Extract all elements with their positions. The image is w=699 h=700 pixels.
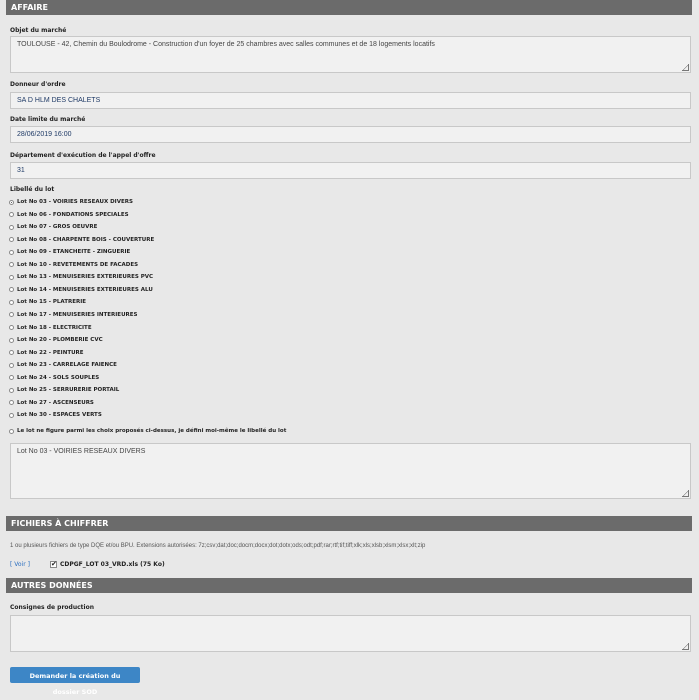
lot-option[interactable]: Lot No 27 - ASCENSEURS <box>9 398 94 408</box>
lot-option[interactable]: Lot No 03 - VOIRIES RESEAUX DIVERS <box>9 197 133 207</box>
departement-label: Département d'exécution de l'appel d'off… <box>10 152 156 159</box>
lot-option[interactable]: Lot No 06 - FONDATIONS SPECIALES <box>9 210 129 220</box>
lot-label: Lot No 13 - MENUISERIES EXTERIEURES PVC <box>17 274 154 281</box>
lot-label: Lot No 15 - PLATRERIE <box>17 299 87 306</box>
lot-option[interactable]: Lot No 10 - REVETEMENTS DE FACADES <box>9 260 138 270</box>
custom-lot-option[interactable]: Le lot ne figure parmi les choix proposé… <box>9 426 286 436</box>
lot-option[interactable]: Lot No 20 - PLOMBERIE CVC <box>9 335 103 345</box>
lot-label: Lot No 03 - VOIRIES RESEAUX DIVERS <box>17 199 133 205</box>
submit-button[interactable]: Demander la création du dossier SOD <box>10 667 140 696</box>
consignes-label: Consignes de production <box>10 604 94 611</box>
lot-radio[interactable] <box>9 387 14 393</box>
fichiers-description: 1 ou plusieurs fichiers de type DQE et/o… <box>10 543 426 549</box>
objet-textarea[interactable]: TOULOUSE - 42, Chemin du Boulodrome - Co… <box>10 36 691 73</box>
lot-label: Lot No 07 - GROS OEUVRE <box>17 224 98 231</box>
objet-label: Objet du marché <box>10 27 67 34</box>
lot-option[interactable]: Lot No 25 - SERRURERIE PORTAIL <box>9 385 119 395</box>
lot-label: Lot No 27 - ASCENSEURS <box>17 399 94 406</box>
lot-radio[interactable] <box>9 262 14 268</box>
lot-option[interactable]: Lot No 18 - ELECTRICITE <box>9 323 92 333</box>
departement-input[interactable]: 31 <box>10 162 691 179</box>
lot-label: Lot No 14 - MENUISERIES EXTERIEURES ALU <box>17 286 153 293</box>
date-input[interactable]: 28/06/2019 16:00 <box>10 126 691 143</box>
lot-label: Lot No 23 - CARRELAGE FAIENCE <box>17 362 117 369</box>
resize-handle-icon[interactable] <box>682 490 689 497</box>
libelle-label: Libellé du lot <box>10 186 55 193</box>
lot-radio[interactable] <box>9 299 14 305</box>
custom-lot-label: Le lot ne figure parmi les choix proposé… <box>17 428 287 434</box>
lot-radio[interactable] <box>9 287 14 293</box>
lot-radio[interactable] <box>9 199 14 205</box>
lot-label: Lot No 20 - PLOMBERIE CVC <box>17 337 103 344</box>
lot-option[interactable]: Lot No 09 - ETANCHEITE - ZINGUERIE <box>9 247 130 257</box>
lot-option[interactable]: Lot No 13 - MENUISERIES EXTERIEURES PVC <box>9 272 153 282</box>
lot-radio[interactable] <box>9 249 14 255</box>
section-header-autres: AUTRES DONNÉES <box>6 578 692 593</box>
lot-radio[interactable] <box>9 212 14 218</box>
lot-option[interactable]: Lot No 30 - ESPACES VERTS <box>9 410 102 420</box>
section-header-affaire: AFFAIRE <box>6 0 692 15</box>
lot-option[interactable]: Lot No 15 - PLATRERIE <box>9 297 86 307</box>
lot-label: Lot No 24 - SOLS SOUPLES <box>17 374 100 381</box>
lot-label: Lot No 06 - FONDATIONS SPECIALES <box>17 211 129 218</box>
custom-lot-textarea[interactable]: Lot No 03 - VOIRIES RESEAUX DIVERS <box>10 443 691 499</box>
lot-radio[interactable] <box>9 312 14 318</box>
lot-label: Lot No 30 - ESPACES VERTS <box>17 412 102 419</box>
custom-lot-radio[interactable] <box>9 428 14 434</box>
lot-label: Lot No 10 - REVETEMENTS DE FACADES <box>17 261 139 268</box>
lot-option[interactable]: Lot No 22 - PEINTURE <box>9 348 84 358</box>
lot-label: Lot No 18 - ELECTRICITE <box>17 324 92 331</box>
section-header-fichiers: FICHIERS À CHIFFRER <box>6 516 692 531</box>
resize-handle-icon[interactable] <box>682 643 689 650</box>
consignes-textarea[interactable] <box>10 615 691 652</box>
lot-label: Lot No 25 - SERRURERIE PORTAIL <box>17 387 120 394</box>
objet-value: TOULOUSE - 42, Chemin du Boulodrome - Co… <box>17 41 435 48</box>
lot-radio[interactable] <box>9 375 14 381</box>
voir-link[interactable]: [ Voir ] <box>10 561 30 568</box>
lot-option[interactable]: Lot No 07 - GROS OEUVRE <box>9 222 97 232</box>
date-label: Date limite du marché <box>10 116 86 123</box>
custom-lot-value: Lot No 03 - VOIRIES RESEAUX DIVERS <box>17 448 146 455</box>
lot-radio[interactable] <box>9 224 14 230</box>
lot-option[interactable]: Lot No 23 - CARRELAGE FAIENCE <box>9 360 117 370</box>
lot-radio[interactable] <box>9 350 14 356</box>
lot-label: Lot No 09 - ETANCHEITE - ZINGUERIE <box>17 249 131 256</box>
file-item: [ Voir ] ✔ CDPGF_LOT 03_VRD.xls (75 Ko) <box>10 559 165 569</box>
donneur-label: Donneur d'ordre <box>10 81 66 88</box>
lot-radio[interactable] <box>9 325 14 330</box>
lot-option[interactable]: Lot No 24 - SOLS SOUPLES <box>9 373 99 383</box>
lot-radio[interactable] <box>9 400 14 406</box>
lot-radio[interactable] <box>9 412 14 418</box>
lot-option[interactable]: Lot No 08 - CHARPENTE BOIS - COUVERTURE <box>9 235 154 245</box>
file-name: CDPGF_LOT 03_VRD.xls (75 Ko) <box>59 560 165 568</box>
file-checkbox[interactable]: ✔ <box>49 560 57 568</box>
lot-label: Lot No 08 - CHARPENTE BOIS - COUVERTURE <box>17 236 155 243</box>
lot-radio[interactable] <box>9 274 14 280</box>
lot-label: Lot No 17 - MENUISERIES INTERIEURES <box>17 311 138 318</box>
lot-radio[interactable] <box>9 362 14 368</box>
lot-option[interactable]: Lot No 14 - MENUISERIES EXTERIEURES ALU <box>9 285 153 295</box>
lot-radio[interactable] <box>9 237 14 243</box>
lot-radio[interactable] <box>9 337 14 343</box>
lot-label: Lot No 22 - PEINTURE <box>17 349 84 356</box>
resize-handle-icon[interactable] <box>682 64 689 71</box>
donneur-input[interactable]: SA D HLM DES CHALETS <box>10 92 691 109</box>
lot-option[interactable]: Lot No 17 - MENUISERIES INTERIEURES <box>9 310 137 320</box>
